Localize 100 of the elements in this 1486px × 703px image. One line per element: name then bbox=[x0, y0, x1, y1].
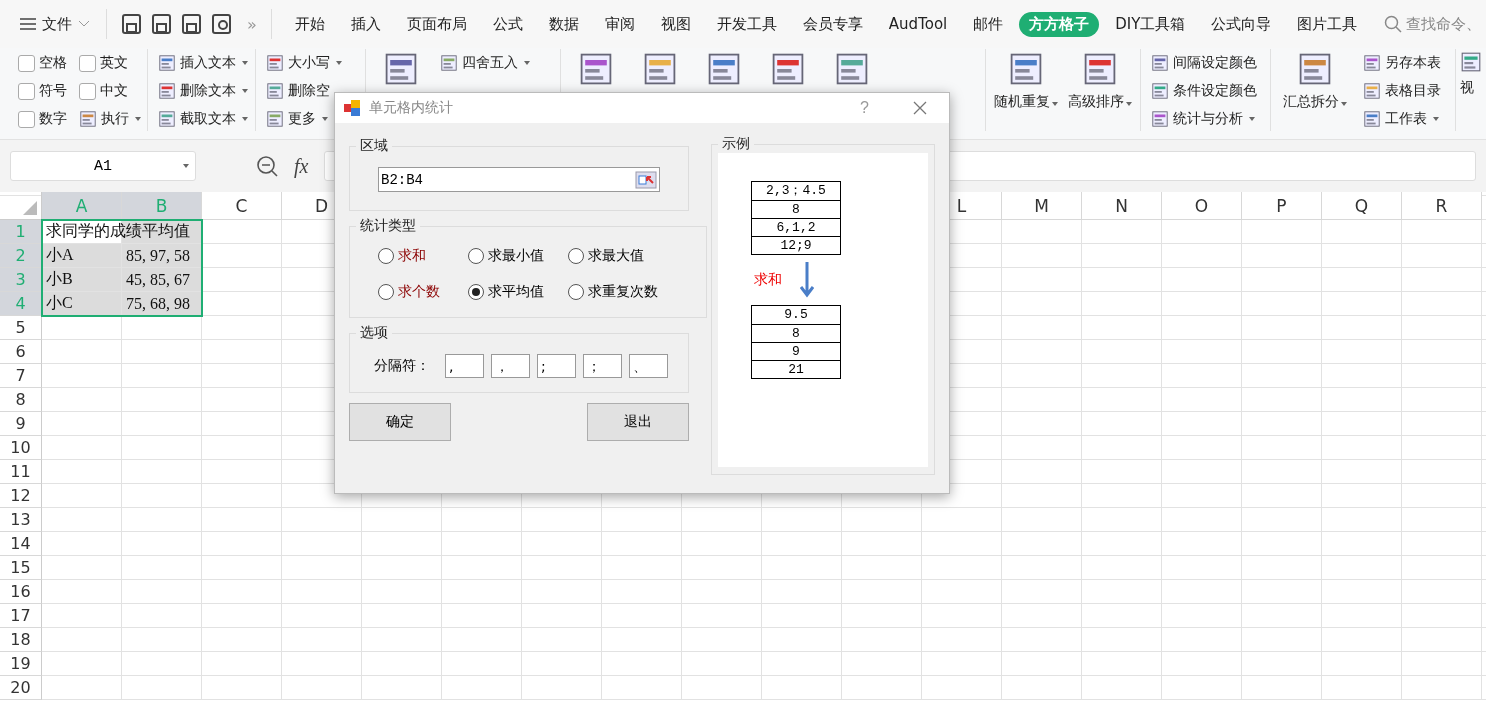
separator-field[interactable]: ； bbox=[583, 354, 622, 378]
row-header[interactable]: 11 bbox=[0, 460, 42, 484]
ribbon-button[interactable]: 表格目录 bbox=[1361, 77, 1443, 105]
row-header[interactable]: 17 bbox=[0, 604, 42, 628]
ribbon-button[interactable]: 四舍五入 bbox=[438, 49, 532, 77]
checkbox[interactable]: 空格 bbox=[16, 49, 69, 77]
ribbon-button[interactable]: 插入文本 bbox=[156, 49, 250, 77]
ribbon-tab[interactable]: 开始 bbox=[284, 11, 335, 37]
row-header[interactable]: 7 bbox=[0, 364, 42, 388]
separator-field[interactable]: , bbox=[445, 354, 484, 378]
radio-button[interactable] bbox=[468, 284, 484, 300]
ribbon-tab[interactable]: DIY工具箱 bbox=[1105, 11, 1196, 37]
save-icon[interactable] bbox=[121, 13, 143, 35]
ribbon-tab[interactable]: 审阅 bbox=[594, 11, 645, 37]
table-cell[interactable]: 小B bbox=[42, 268, 122, 292]
radio-button[interactable] bbox=[568, 284, 584, 300]
range-field[interactable]: B2:B4 bbox=[378, 167, 660, 192]
app-icon bbox=[343, 99, 361, 117]
ribbon-button[interactable]: 条件设定颜色 bbox=[1149, 77, 1259, 105]
ribbon-button[interactable]: 截取文本 bbox=[156, 105, 250, 133]
close-icon[interactable] bbox=[913, 101, 927, 115]
row-header[interactable]: 10 bbox=[0, 436, 42, 460]
table-cell[interactable]: 小C bbox=[42, 292, 122, 316]
row-header[interactable]: 8 bbox=[0, 388, 42, 412]
ribbon-button[interactable]: 大小写 bbox=[264, 49, 344, 77]
preview-icon[interactable] bbox=[211, 13, 233, 35]
column-header[interactable]: O bbox=[1162, 192, 1242, 220]
toolbar-icon bbox=[1008, 51, 1044, 87]
checkbox[interactable]: 中文 bbox=[77, 77, 143, 105]
row-header[interactable]: 15 bbox=[0, 556, 42, 580]
column-header[interactable]: M bbox=[1002, 192, 1082, 220]
radio-label[interactable]: 求个数 bbox=[398, 283, 440, 301]
ribbon-button[interactable]: 删除文本 bbox=[156, 77, 250, 105]
separator-field[interactable]: ， bbox=[491, 354, 530, 378]
radio-label[interactable]: 求最小值 bbox=[488, 247, 544, 265]
separator-field[interactable]: ; bbox=[537, 354, 576, 378]
row-header[interactable]: 18 bbox=[0, 628, 42, 652]
ribbon-button[interactable]: 随机重复 bbox=[994, 49, 1058, 127]
row-header[interactable]: 6 bbox=[0, 340, 42, 364]
column-header[interactable]: R bbox=[1402, 192, 1482, 220]
ribbon-button[interactable]: 统计与分析 bbox=[1149, 105, 1259, 133]
checkbox[interactable]: 数字 bbox=[16, 105, 69, 133]
column-header[interactable]: Q bbox=[1322, 192, 1402, 220]
ribbon-tab[interactable]: 会员专享 bbox=[792, 11, 873, 37]
ribbon-button[interactable]: 工作表 bbox=[1361, 105, 1443, 133]
radio-button[interactable] bbox=[468, 248, 484, 264]
ribbon-tab[interactable]: 开发工具 bbox=[706, 11, 787, 37]
zoom-icon[interactable] bbox=[256, 155, 278, 177]
toolbar-icon bbox=[1363, 54, 1381, 72]
ribbon-tab[interactable]: 公式向导 bbox=[1201, 11, 1282, 37]
row-header[interactable]: 13 bbox=[0, 508, 42, 532]
radio-button[interactable] bbox=[378, 248, 394, 264]
row-header[interactable]: 14 bbox=[0, 532, 42, 556]
ribbon-tab[interactable]: 公式 bbox=[482, 11, 533, 37]
separator-field[interactable]: 、 bbox=[629, 354, 668, 378]
cell-text: 小C bbox=[46, 293, 73, 313]
ribbon-button[interactable]: 视 bbox=[1460, 49, 1482, 127]
checkbox[interactable]: 英文 bbox=[77, 49, 143, 77]
exit-button[interactable]: 退出 bbox=[587, 403, 689, 441]
group-label: 选项 bbox=[359, 324, 389, 342]
range-picker-icon[interactable] bbox=[635, 170, 657, 189]
ribbon-tab[interactable]: 插入 bbox=[340, 11, 391, 37]
ribbon-button[interactable]: 执行 bbox=[77, 105, 143, 133]
ribbon-button[interactable]: 间隔设定颜色 bbox=[1149, 49, 1259, 77]
row-header[interactable]: 5 bbox=[0, 316, 42, 340]
ribbon-tab[interactable]: 图片工具 bbox=[1287, 11, 1368, 37]
ribbon-tab[interactable]: 数据 bbox=[538, 11, 589, 37]
ribbon-tab[interactable]: 视图 bbox=[650, 11, 701, 37]
ribbon-tab[interactable]: 邮件 bbox=[963, 11, 1014, 37]
ok-button[interactable]: 确定 bbox=[349, 403, 451, 441]
ribbon-button[interactable]: 高级排序 bbox=[1068, 49, 1132, 127]
ribbon-button[interactable]: 另存本表 bbox=[1361, 49, 1443, 77]
radio-button[interactable] bbox=[568, 248, 584, 264]
row-header[interactable]: 9 bbox=[0, 412, 42, 436]
row-header[interactable]: 16 bbox=[0, 580, 42, 604]
radio-label[interactable]: 求和 bbox=[398, 247, 426, 265]
row-header[interactable]: 20 bbox=[0, 676, 42, 700]
ribbon-button[interactable]: 汇总拆分 bbox=[1279, 49, 1351, 127]
column-header[interactable]: N bbox=[1082, 192, 1162, 220]
table-cell[interactable]: 小A bbox=[42, 244, 122, 268]
column-header[interactable]: P bbox=[1242, 192, 1322, 220]
function-label[interactable]: fx bbox=[294, 154, 309, 178]
radio-label[interactable]: 求最大值 bbox=[588, 247, 644, 265]
ribbon-tab[interactable]: AudTool bbox=[878, 12, 958, 36]
radio-button[interactable] bbox=[378, 284, 394, 300]
ribbon-tab[interactable]: 页面布局 bbox=[396, 11, 477, 37]
toolbar-icon bbox=[706, 51, 742, 87]
name-box[interactable]: A1 bbox=[10, 151, 196, 181]
table-cell-text: 2,3；4.5 bbox=[765, 182, 827, 200]
toolbar-icon bbox=[1363, 82, 1381, 100]
row-header[interactable]: 12 bbox=[0, 484, 42, 508]
radio-label[interactable]: 求重复次数 bbox=[588, 283, 658, 301]
table-cell[interactable]: 75, 68, 98 bbox=[122, 292, 202, 316]
file-menu[interactable]: 文件 bbox=[14, 10, 96, 38]
radio-label[interactable]: 求平均值 bbox=[488, 283, 544, 301]
row-header[interactable]: 19 bbox=[0, 652, 42, 676]
table-cell[interactable]: 85, 97, 58 bbox=[122, 244, 202, 268]
table-cell[interactable]: 45, 85, 67 bbox=[122, 268, 202, 292]
column-header[interactable]: C bbox=[202, 192, 282, 220]
checkbox[interactable]: 符号 bbox=[16, 77, 69, 105]
